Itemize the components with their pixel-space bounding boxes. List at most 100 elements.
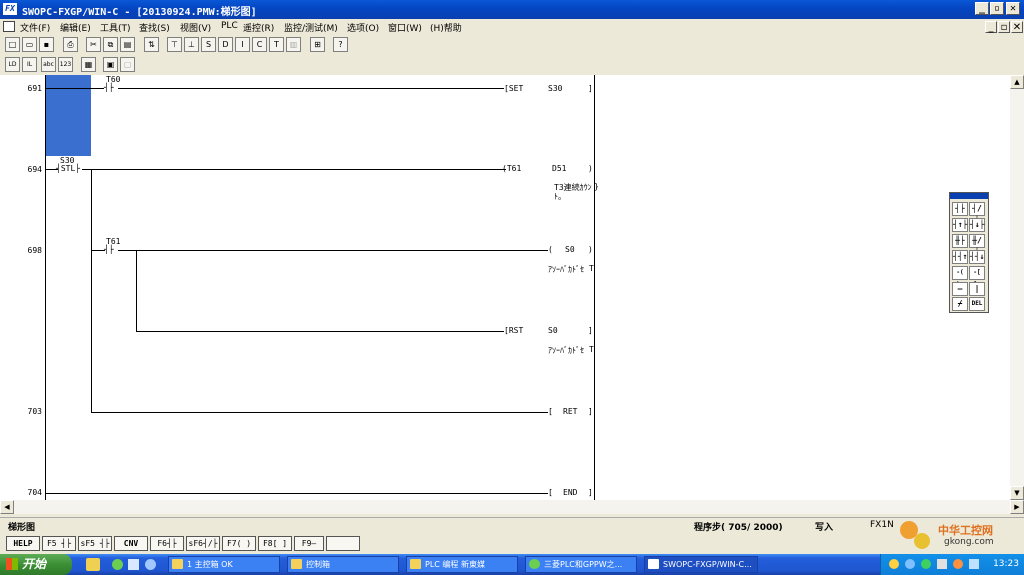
- f6-contact-button[interactable]: F6┤├: [150, 536, 184, 551]
- menu-edit[interactable]: 编辑(E): [60, 21, 91, 34]
- instruction[interactable]: (T61: [502, 164, 521, 173]
- palette-hline-icon[interactable]: —: [952, 282, 968, 296]
- instruction[interactable]: [SET: [504, 84, 523, 93]
- scroll-up-icon[interactable]: ▲: [1010, 75, 1024, 89]
- menu-plc[interactable]: PLC: [221, 21, 238, 31]
- copy-icon[interactable]: ⧉: [103, 37, 118, 52]
- palette-no-contact-icon[interactable]: ┤├: [952, 202, 968, 216]
- help-key-button[interactable]: HELP: [6, 536, 40, 551]
- instruction[interactable]: [: [548, 488, 553, 497]
- contact-no[interactable]: ┤├: [104, 83, 114, 92]
- scroll-right-icon[interactable]: ▶: [1010, 500, 1024, 514]
- cut-icon[interactable]: ✂: [86, 37, 101, 52]
- doc-close-button[interactable]: ✕: [1011, 21, 1023, 33]
- device-number-icon[interactable]: 123: [58, 57, 73, 72]
- find-contact-icon[interactable]: C: [252, 37, 267, 52]
- instruction[interactable]: [: [548, 407, 553, 416]
- paste-icon[interactable]: ▤: [120, 37, 135, 52]
- open-folder-icon[interactable]: ▭: [22, 37, 37, 52]
- comment-view-icon[interactable]: abc: [41, 57, 56, 72]
- palette-application-icon[interactable]: -[ ]-: [969, 266, 985, 288]
- palette-parallel-fall-icon[interactable]: ┤┤↓: [969, 250, 985, 264]
- maximize-button[interactable]: ▫: [990, 2, 1004, 15]
- monitor-icon[interactable]: ▣: [103, 57, 118, 72]
- tray-icon[interactable]: [905, 559, 915, 569]
- volume-icon[interactable]: [969, 559, 979, 569]
- menu-file[interactable]: 文件(F): [20, 21, 50, 34]
- taskbar-item[interactable]: 三菱PLC和GPPW之...: [525, 556, 637, 573]
- menu-view[interactable]: 视图(V): [180, 21, 211, 34]
- taskbar-item[interactable]: 控制箱: [287, 556, 399, 573]
- sf5-parallel-button[interactable]: sF5 ┤├: [78, 536, 112, 551]
- scroll-down-icon[interactable]: ▼: [1010, 486, 1024, 500]
- menu-window[interactable]: 窗口(W): [388, 21, 422, 34]
- menu-monitor[interactable]: 监控/测试(M): [284, 21, 338, 34]
- help-question-icon[interactable]: ?: [333, 37, 348, 52]
- new-file-icon[interactable]: □: [5, 37, 20, 52]
- quicklaunch-icon[interactable]: [86, 558, 100, 571]
- sf6-nc-button[interactable]: sF6┤/├: [186, 536, 220, 551]
- title-bar[interactable]: FX SWOPC-FXGP/WIN-C - [20130924.PMW:梯形图]…: [0, 0, 1024, 19]
- document-icon[interactable]: [3, 21, 15, 32]
- tray-icon[interactable]: [889, 559, 899, 569]
- close-button[interactable]: ✕: [1006, 2, 1020, 15]
- page-top-icon[interactable]: ⊤: [167, 37, 182, 52]
- palette-coil-icon[interactable]: -( )-: [952, 266, 968, 288]
- palette-parallel-rise-icon[interactable]: ┤┤↑: [952, 250, 968, 264]
- browser-icon[interactable]: [145, 559, 156, 570]
- tray-icon[interactable]: [953, 559, 963, 569]
- tray-icon[interactable]: [921, 559, 931, 569]
- taskbar-item[interactable]: 1 主控箱 OK: [168, 556, 280, 573]
- instruction[interactable]: [RST: [504, 326, 523, 335]
- f7-coil-button[interactable]: F7( ): [222, 536, 256, 551]
- start-button[interactable]: 开始: [0, 554, 72, 575]
- transfer-icon[interactable]: ⇅: [144, 37, 159, 52]
- find-step-icon[interactable]: S: [201, 37, 216, 52]
- find-text-icon[interactable]: T: [269, 37, 284, 52]
- palette-invert-icon[interactable]: ⌿: [952, 297, 968, 311]
- menu-find[interactable]: 查找(S): [139, 21, 170, 34]
- horizontal-scrollbar[interactable]: ◀ ▶: [0, 500, 1024, 514]
- f5-contact-button[interactable]: F5 ┤├: [42, 536, 76, 551]
- menu-help[interactable]: (H)帮助: [430, 21, 462, 34]
- f8-instruction-button[interactable]: F8[ ]: [258, 536, 292, 551]
- save-icon[interactable]: ▪: [39, 37, 54, 52]
- palette-falling-edge-icon[interactable]: ┤↓├: [969, 218, 985, 232]
- palette-delete-icon[interactable]: DEL: [969, 297, 985, 311]
- menu-remote[interactable]: 遥控(R): [243, 21, 274, 34]
- network-icon[interactable]: [937, 559, 947, 569]
- convert-button[interactable]: CNV: [114, 536, 148, 551]
- menu-options[interactable]: 选项(O): [347, 21, 379, 34]
- ladder-view-icon[interactable]: LD: [5, 57, 20, 72]
- ie-icon[interactable]: [112, 559, 123, 570]
- empty-key-button[interactable]: [326, 536, 360, 551]
- scroll-left-icon[interactable]: ◀: [0, 500, 14, 514]
- palette-parallel-nc-icon[interactable]: ╫/├: [969, 234, 985, 257]
- clock[interactable]: 13:23: [993, 559, 1019, 569]
- window-tile-icon[interactable]: ⊞: [310, 37, 325, 52]
- taskbar-item-active[interactable]: SWOPC-FXGP/WIN-C...: [644, 556, 758, 573]
- vertical-scrollbar[interactable]: ▲ ▼: [1010, 75, 1024, 500]
- instruction[interactable]: (: [548, 245, 553, 254]
- palette-nc-contact-icon[interactable]: ┤/├: [969, 202, 985, 225]
- page-bottom-icon[interactable]: ⊥: [184, 37, 199, 52]
- palette-titlebar[interactable]: [950, 193, 988, 199]
- grid-icon[interactable]: ▦: [81, 57, 96, 72]
- find-device-icon[interactable]: D: [218, 37, 233, 52]
- desktop-icon[interactable]: [128, 559, 139, 570]
- contact-no[interactable]: ┤├: [104, 245, 114, 254]
- f9-line-button[interactable]: F9—: [294, 536, 324, 551]
- instruction-palette[interactable]: ┤├ ┤/├ ┤↑├ ┤↓├ ╫├ ╫/├ ┤┤↑ ┤┤↓ -( )- -[ ]…: [949, 192, 989, 313]
- palette-parallel-no-icon[interactable]: ╫├: [952, 234, 968, 248]
- instruction-view-icon[interactable]: IL: [22, 57, 37, 72]
- doc-restore-button[interactable]: ▫: [998, 21, 1010, 33]
- print-icon[interactable]: ⎙: [63, 37, 78, 52]
- stl-contact[interactable]: ┤STL├: [56, 164, 80, 173]
- palette-vline-icon[interactable]: |: [969, 282, 985, 296]
- doc-minimize-button[interactable]: _: [985, 21, 997, 33]
- taskbar-item[interactable]: PLC 编程 新東媒: [406, 556, 518, 573]
- minimize-button[interactable]: _: [975, 2, 989, 15]
- menu-tools[interactable]: 工具(T): [100, 21, 131, 34]
- palette-rising-edge-icon[interactable]: ┤↑├: [952, 218, 968, 232]
- find-instruction-icon[interactable]: I: [235, 37, 250, 52]
